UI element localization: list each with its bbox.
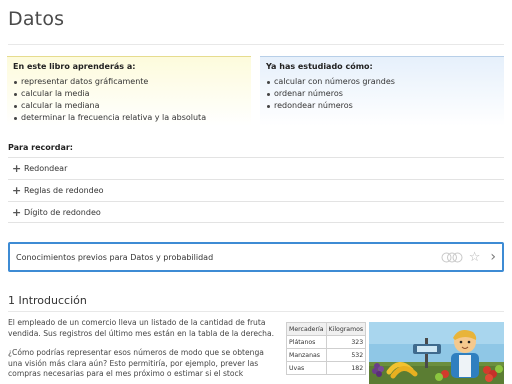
plus-icon: + <box>12 184 22 197</box>
plus-icon: + <box>12 162 22 175</box>
accordion-item-label: Redondear <box>24 164 68 173</box>
studied-heading: Ya has estudiado cómo: <box>266 62 373 71</box>
table-header-cell: Kilogramos <box>325 322 367 336</box>
title-divider <box>8 44 504 45</box>
table-cell: 182 <box>325 361 367 375</box>
studied-item: redondear números <box>266 100 498 112</box>
table-header-cell: Mercadería <box>286 322 327 336</box>
section-title: 1 Introducción <box>8 294 87 307</box>
chevron-right-icon[interactable]: › <box>490 250 496 264</box>
accordion-item-label: Dígito de redondeo <box>24 207 101 217</box>
learn-goals-list: representar datos gráficamente calcular … <box>13 76 245 124</box>
learn-goal-item: representar datos gráficamente <box>13 76 245 88</box>
accordion-item-digito-de-redondeo[interactable]: + Dígito de redondeo <box>8 201 504 223</box>
studied-box: Ya has estudiado cómo: calcular con núme… <box>260 56 504 126</box>
accordion-item-reglas-de-redondeo[interactable]: + Reglas de redondeo <box>8 179 504 201</box>
recall-accordion: + Redondear + Reglas de redondeo + Dígit… <box>8 157 504 223</box>
intro-paragraph: El empleado de un comercio lleva un list… <box>8 318 275 338</box>
fruit-table: Mercadería Kilogramos Plátanos 323 Manza… <box>286 322 367 375</box>
studied-item: calcular con números grandes <box>266 76 498 88</box>
prior-knowledge-card[interactable]: Conocimientos previos para Datos y proba… <box>8 242 504 272</box>
plus-icon: + <box>12 205 22 219</box>
fruit-vendor-illustration <box>369 322 504 384</box>
studied-item: ordenar números <box>266 88 498 100</box>
learn-goal-item: calcular la media <box>13 88 245 100</box>
table-cell: Manzanas <box>286 348 327 362</box>
learn-goal-item: calcular la mediana <box>13 100 245 112</box>
table-row: Manzanas 532 <box>286 348 367 362</box>
prior-knowledge-label: Conocimientos previos para Datos y proba… <box>16 252 214 262</box>
table-row: Uvas 182 <box>286 361 367 375</box>
learn-goals-heading: En este libro aprenderás a: <box>13 62 136 71</box>
accordion-item-redondear[interactable]: + Redondear <box>8 157 504 179</box>
table-header-row: Mercadería Kilogramos <box>286 322 367 336</box>
table-cell: 532 <box>325 348 367 362</box>
accordion-item-label: Reglas de redondeo <box>24 186 104 195</box>
intro-paragraph: ¿Cómo podrías representar esos números d… <box>8 348 264 378</box>
learn-goals-box: En este libro aprenderás a: representar … <box>7 56 251 126</box>
learn-goal-item: determinar la frecuencia relativa y la a… <box>13 112 245 124</box>
table-row: Plátanos 323 <box>286 335 367 349</box>
studied-list: calcular con números grandes ordenar núm… <box>266 76 498 112</box>
page-title: Datos <box>8 8 65 30</box>
progress-toggle-icon[interactable] <box>441 252 463 263</box>
table-cell: 323 <box>325 335 367 349</box>
section-divider <box>8 311 504 312</box>
table-cell: Uvas <box>286 361 327 375</box>
star-icon[interactable]: ☆ <box>469 251 481 264</box>
table-cell: Plátanos <box>286 335 327 349</box>
recall-heading: Para recordar: <box>8 143 73 152</box>
